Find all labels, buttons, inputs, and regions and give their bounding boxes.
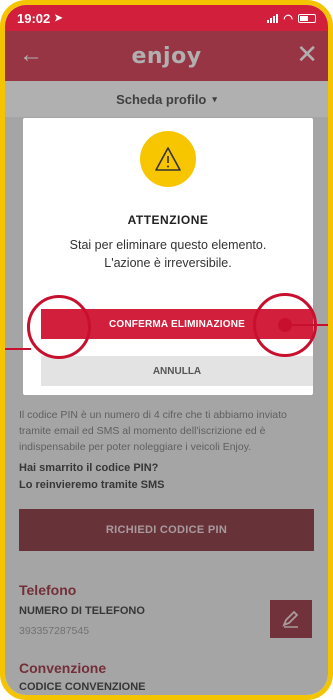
dialog-message-line1: Stai per eliminare questo elemento. <box>69 238 267 252</box>
tap-ring-left <box>27 295 91 359</box>
warning-icon <box>155 147 181 171</box>
wifi-icon: ◠ <box>283 12 293 25</box>
signal-icon <box>267 13 279 23</box>
battery-icon <box>298 13 316 23</box>
tap-dot <box>278 318 292 332</box>
tap-guide-line-left <box>5 348 31 350</box>
dialog-title: ATTENZIONE <box>127 213 209 227</box>
phone-frame: 19:02 ➤ ◠ ← enjoy ✕ Scheda profilo ▾ Il … <box>0 0 333 700</box>
tap-guide-line-right <box>292 324 328 326</box>
location-arrow-icon: ➤ <box>54 12 63 24</box>
status-time: 19:02 <box>17 10 51 26</box>
dialog-message-line2: L'azione è irreversibile. <box>104 256 232 270</box>
dialog-message: Stai per eliminare questo elemento. L'az… <box>33 236 303 272</box>
status-bar: 19:02 ➤ ◠ <box>5 5 328 31</box>
warning-circle <box>140 131 196 187</box>
cancel-button[interactable]: ANNULLA <box>41 356 313 386</box>
